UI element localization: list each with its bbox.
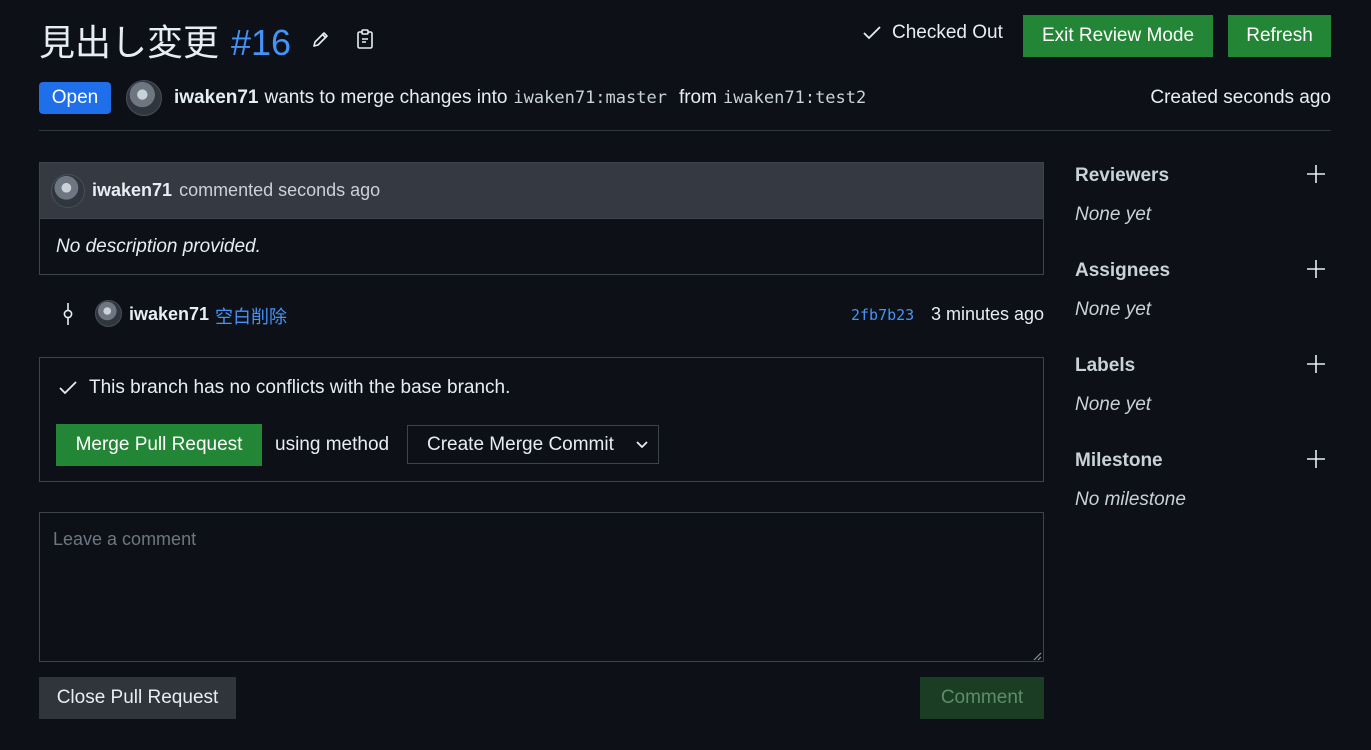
commit-author[interactable]: iwaken71 xyxy=(129,304,209,325)
refresh-button[interactable]: Refresh xyxy=(1228,15,1331,57)
merge-pull-request-button[interactable]: Merge Pull Request xyxy=(56,424,262,466)
head-branch: iwaken71:test2 xyxy=(722,88,867,108)
milestone-heading: Milestone xyxy=(1075,450,1163,471)
milestone-value: No milestone xyxy=(1075,489,1186,510)
merge-method-select[interactable]: Create Merge Commit xyxy=(407,425,659,464)
comment-action: commented seconds ago xyxy=(179,180,381,200)
comment-author[interactable]: iwaken71 xyxy=(92,180,172,201)
exit-review-mode-button[interactable]: Exit Review Mode xyxy=(1023,15,1213,57)
comment-button[interactable]: Comment xyxy=(920,677,1044,719)
comment-textarea[interactable] xyxy=(39,512,1044,662)
avatar[interactable] xyxy=(126,80,162,116)
comment-header: iwaken71 commented seconds ago xyxy=(40,163,1043,219)
merge-method-value: Create Merge Commit xyxy=(427,433,614,455)
status-badge: Open xyxy=(39,82,111,114)
add-assignee-plus-icon[interactable] xyxy=(1305,258,1327,280)
labels-value: None yet xyxy=(1075,394,1152,415)
checked-out-status: Checked Out xyxy=(862,22,1003,44)
comment-body: No description provided. xyxy=(56,236,261,257)
using-method-label: using method xyxy=(275,434,390,455)
close-pull-request-button[interactable]: Close Pull Request xyxy=(39,677,236,719)
pr-number: #16 xyxy=(231,22,292,63)
add-milestone-plus-icon[interactable] xyxy=(1305,448,1327,470)
check-icon xyxy=(863,26,881,40)
reviewers-value: None yet xyxy=(1075,204,1152,225)
header-divider xyxy=(39,130,1331,131)
page-title: 見出し変更 #16 xyxy=(39,14,291,66)
avatar[interactable] xyxy=(51,173,85,208)
resize-grip-icon[interactable] xyxy=(1030,648,1042,661)
copy-icon[interactable] xyxy=(352,26,378,52)
add-label-plus-icon[interactable] xyxy=(1305,353,1327,375)
description-comment: iwaken71 commented seconds ago No descri… xyxy=(39,162,1044,275)
labels-heading: Labels xyxy=(1075,355,1136,376)
checked-out-label: Checked Out xyxy=(892,22,1003,43)
base-branch: iwaken71:master xyxy=(513,88,667,108)
chevron-down-icon xyxy=(636,441,648,449)
add-reviewer-plus-icon[interactable] xyxy=(1305,163,1327,185)
author-link[interactable]: iwaken71 xyxy=(174,87,259,109)
check-icon xyxy=(59,381,77,395)
merge-status-text: This branch has no conflicts with the ba… xyxy=(89,377,511,398)
assignees-heading: Assignees xyxy=(1075,260,1171,281)
assignees-value: None yet xyxy=(1075,299,1152,320)
pr-title: 見出し変更 xyxy=(39,23,220,64)
avatar[interactable] xyxy=(95,300,122,327)
edit-icon[interactable] xyxy=(308,26,334,52)
created-time: Created seconds ago xyxy=(1150,87,1331,108)
merge-status: This branch has no conflicts with the ba… xyxy=(58,377,510,399)
commit-icon xyxy=(60,302,76,326)
commit-time: 3 minutes ago xyxy=(931,304,1045,324)
pr-meta: iwaken71 wants to merge changes into iwa… xyxy=(174,87,866,109)
commit-message[interactable]: 空白削除 xyxy=(215,303,287,329)
from-word: from xyxy=(678,87,717,108)
commit-hash[interactable]: 2fb7b23 xyxy=(851,306,914,324)
reviewers-heading: Reviewers xyxy=(1075,165,1170,186)
merge-description: wants to merge changes into xyxy=(264,87,508,108)
